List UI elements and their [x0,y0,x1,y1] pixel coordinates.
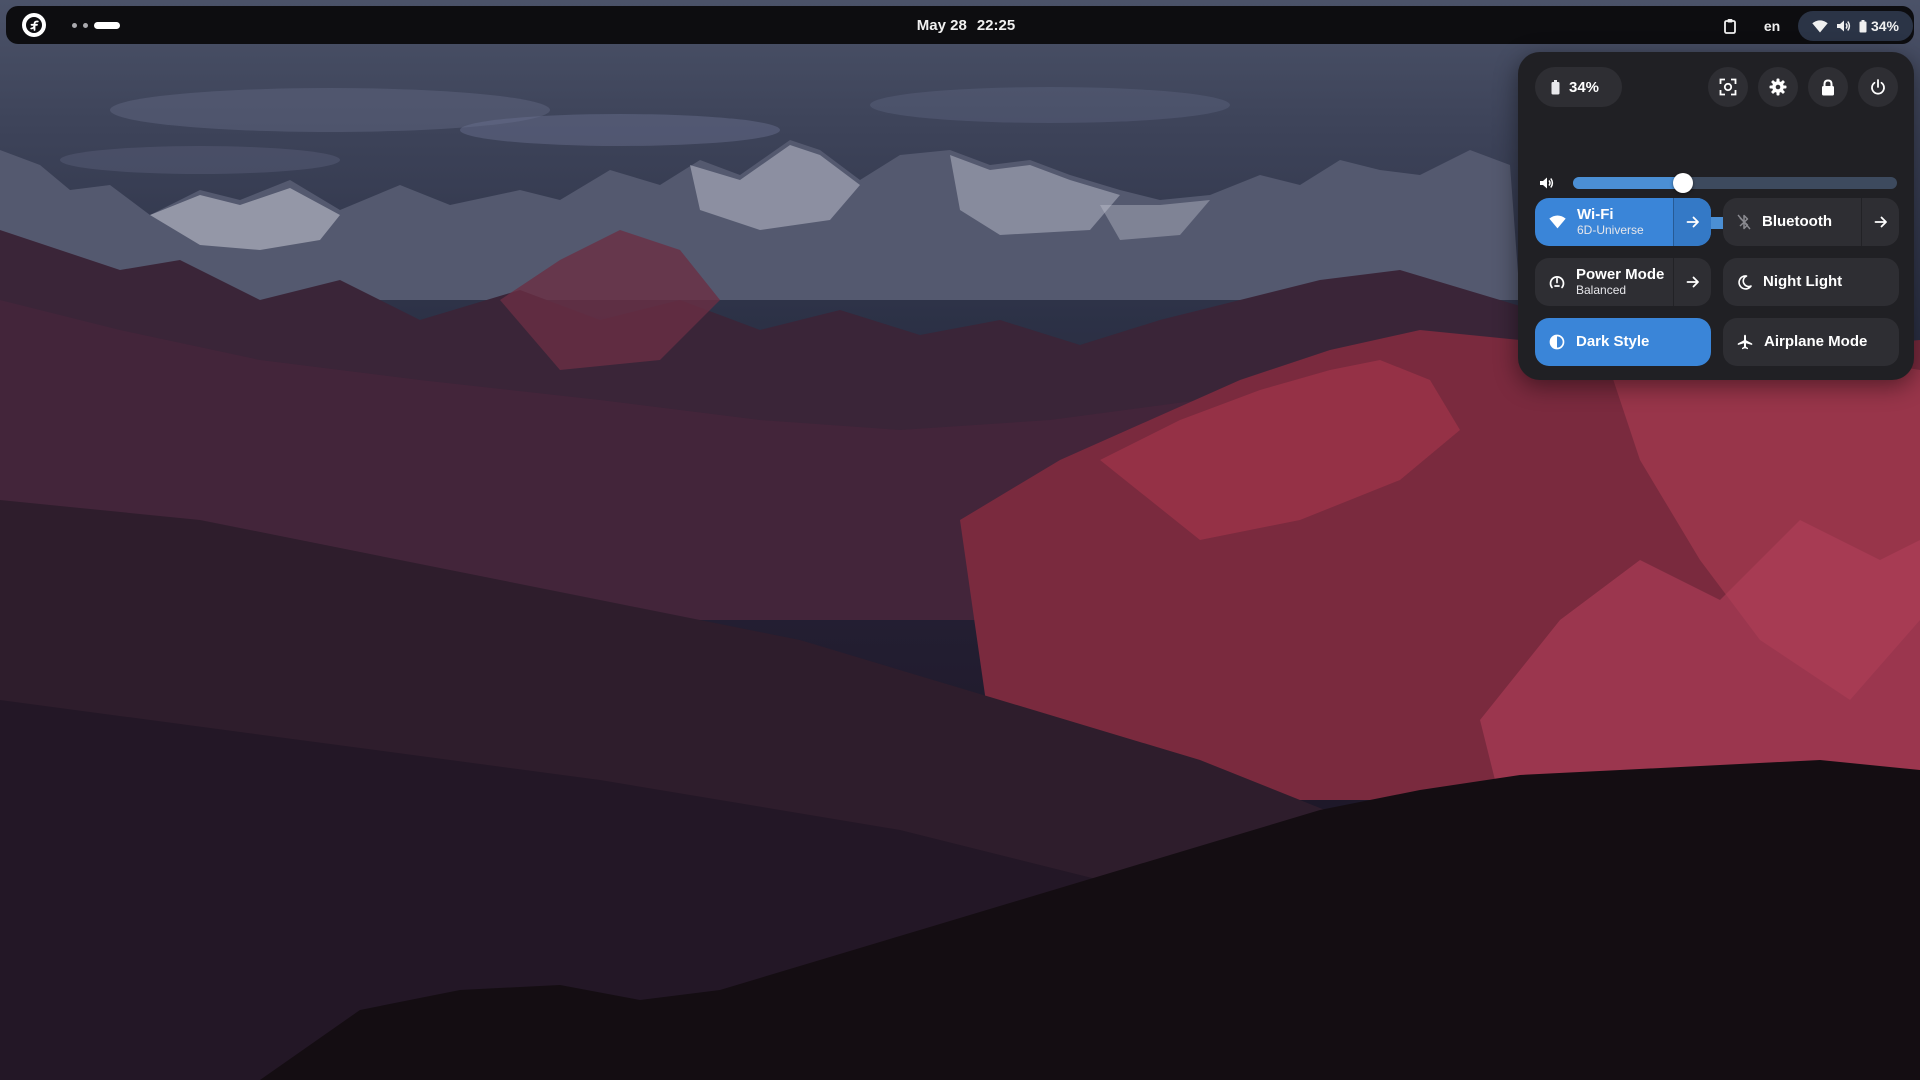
power-off-button[interactable] [1858,67,1898,107]
wifi-menu-button[interactable] [1673,198,1711,246]
wifi-tile: Wi-Fi 6D-Universe [1535,198,1711,246]
moon-icon [1738,274,1752,290]
bluetooth-disabled-icon [1737,214,1751,230]
keyboard-layout-indicator[interactable]: en [1753,13,1791,39]
dark-style-icon [1549,334,1565,350]
arrow-right-icon [1874,216,1887,228]
arrow-right-icon [1686,276,1699,288]
power-mode-menu-button[interactable] [1673,258,1711,306]
quick-settings-panel: 34% Wi-Fi 6D-Universe Bluetooth Power Mo… [1518,52,1914,380]
activities-button[interactable] [16,12,52,38]
speaker-icon [1836,20,1851,32]
bluetooth-menu-button[interactable] [1861,198,1899,246]
volume-mute-toggle[interactable] [1535,171,1559,195]
bluetooth-toggle[interactable]: Bluetooth [1723,198,1861,246]
gear-icon [1769,78,1787,96]
battery-status-button[interactable]: 34% [1535,67,1622,107]
battery-icon [1859,19,1867,32]
speaker-icon [1540,177,1554,189]
airplane-icon [1737,334,1753,350]
night-light-tile-title: Night Light [1763,273,1843,291]
power-mode-toggle[interactable]: Power Mode Balanced [1535,258,1673,306]
workspace-dot[interactable] [83,22,88,28]
wifi-tile-title: Wi-Fi [1577,206,1614,224]
screenshot-button[interactable] [1708,67,1748,107]
wifi-icon [1812,19,1828,32]
clock-date: May 28 [916,16,967,34]
screenshot-icon [1719,78,1737,96]
night-light-tile: Night Light [1723,258,1899,306]
airplane-mode-toggle[interactable]: Airplane Mode [1723,318,1899,366]
fedora-logo-icon [22,13,46,37]
top-bar: May 28 22:25 en 34% [6,6,1914,44]
workspace-indicator[interactable] [66,19,126,31]
volume-slider-row [1535,171,1897,195]
wifi-icon [1549,215,1566,229]
system-status-menu[interactable]: 34% [1798,11,1913,41]
bluetooth-tile: Bluetooth [1723,198,1899,246]
night-light-toggle[interactable]: Night Light [1723,258,1899,306]
power-icon [1871,79,1885,95]
wifi-network-name: 6D-Universe [1577,222,1644,237]
volume-slider-fill [1573,177,1683,189]
battery-icon [1551,79,1560,94]
bluetooth-tile-title: Bluetooth [1762,213,1832,231]
power-mode-icon [1549,276,1565,289]
clock-button[interactable]: May 28 22:25 [886,12,1046,38]
power-mode-tile: Power Mode Balanced [1535,258,1711,306]
volume-slider[interactable] [1573,173,1897,193]
dark-style-tile: Dark Style [1535,318,1711,366]
airplane-mode-tile-title: Airplane Mode [1764,333,1868,351]
arrow-right-icon [1686,216,1699,228]
wifi-toggle[interactable]: Wi-Fi 6D-Universe [1535,198,1673,246]
lock-button[interactable] [1808,67,1848,107]
battery-percent-label: 34% [1569,78,1600,96]
dark-style-toggle[interactable]: Dark Style [1535,318,1711,366]
battery-indicator: 34% [1859,18,1899,34]
workspace-active-pill[interactable] [94,21,120,29]
airplane-mode-tile: Airplane Mode [1723,318,1899,366]
battery-percent-label: 34% [1870,18,1899,34]
clipboard-icon [1724,19,1736,34]
power-mode-value: Balanced [1576,282,1627,297]
power-mode-tile-title: Power Mode [1576,266,1665,284]
volume-slider-knob[interactable] [1673,173,1693,193]
lock-icon [1822,78,1834,95]
clock-time: 22:25 [976,16,1016,34]
clipboard-button[interactable] [1716,13,1744,39]
settings-button[interactable] [1758,67,1798,107]
workspace-dot[interactable] [72,22,77,28]
dark-style-tile-title: Dark Style [1576,333,1650,351]
